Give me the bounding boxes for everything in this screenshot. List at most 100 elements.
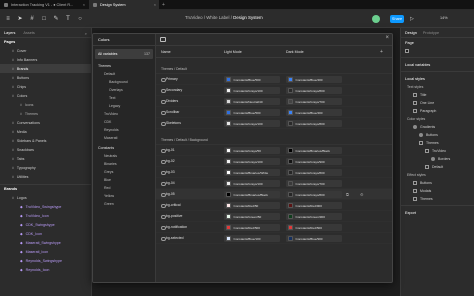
tab-design[interactable]: Design [405,31,417,35]
color-style-group[interactable]: Buttons [401,131,474,139]
edit-variable-icon[interactable]: ⚙ [360,192,364,197]
search-icon[interactable]: ⌕ [85,31,87,36]
effect-style-item[interactable]: Modals [401,187,474,195]
dark-mode-value[interactable]: Constants/Grays/700 [286,180,342,187]
layer-item[interactable]: ◆ CDK_Icon [0,229,91,238]
effect-style-item[interactable]: Buttons [401,179,474,187]
page-item[interactable]: # Typography [0,163,91,172]
variable-row[interactable]: Secondary Constants/Grays/100 Constants/Gr… [156,85,392,96]
close-icon[interactable]: × [385,35,389,41]
layer-item[interactable]: ◆ Maserati_Swingshype [0,238,91,247]
light-mode-value[interactable]: Constants/Blue/500 [224,76,280,83]
text-style-item[interactable]: Title [401,91,474,99]
page-item[interactable]: # Chips [0,82,91,91]
page-item[interactable]: # Info Banners [0,55,91,64]
variable-row[interactable]: bg-05 Constants/Binaries/Black Constants/G… [156,189,392,200]
group-item[interactable]: Overlays [93,86,155,94]
group-item[interactable]: Binaries [93,160,155,168]
variable-row[interactable]: bg-04 Constants/Grays/100 Constants/Grays/… [156,178,392,189]
layer-item[interactable]: # Logos [0,193,91,202]
dark-mode-value[interactable]: Constants/Grays/800 [286,120,342,127]
variable-name[interactable]: Scrollbar [160,110,179,116]
variable-row[interactable]: Scrollbar Constants/Blue/500 Constants/Blu… [156,107,392,118]
page-item[interactable]: # Sidebars & Panels [0,136,91,145]
group-item[interactable]: Neutrals [93,152,155,160]
user-avatar[interactable] [372,15,380,23]
color-style-group[interactable]: TruVideo [401,147,474,155]
toggle-sidebar-icon[interactable] [160,37,166,42]
all-variables-item[interactable]: All variables 137 [95,49,153,59]
new-tab-icon[interactable]: + [162,2,165,8]
variable-name[interactable]: Skeletons [161,121,181,127]
group-item[interactable]: Green [93,200,155,208]
group-item[interactable]: CDK [93,118,155,126]
light-mode-value[interactable]: Constants/Binaries/White [224,169,280,176]
move-tool-icon[interactable]: ➤ [16,15,24,23]
light-mode-value[interactable]: Constants/Grays/100 [224,87,280,94]
export-section-title[interactable]: Export [401,208,474,217]
variable-row[interactable]: bg-notification Constants/Red/500 Constant… [156,222,392,233]
text-style-item[interactable]: One Line [401,99,474,107]
variable-name[interactable]: bg-notification [160,225,187,231]
light-mode-value[interactable]: Constants/Grays/100 [224,180,280,187]
page-item[interactable]: # Snackbars [0,145,91,154]
dark-mode-value[interactable]: Constants/Binaries/Black [286,147,342,154]
dark-mode-value[interactable]: Constants/Grays/800 [286,191,342,198]
layer-item[interactable]: ◆ TruVideo_Swingshype [0,202,91,211]
layer-item[interactable]: ◆ Reynolds_Swingshype [0,256,91,265]
variable-name[interactable]: Primary [161,77,178,83]
local-variables-button[interactable]: Local variables [401,60,474,69]
variable-row[interactable]: bg-selected Constants/Blue/100 Constants/B… [156,233,392,244]
zoom-level[interactable]: 14% [440,16,448,20]
page-item[interactable]: # Media [0,127,91,136]
file-title[interactable]: Design System [233,15,263,20]
text-tool-icon[interactable]: T [64,15,72,23]
page-item-selected[interactable]: # Brands [0,64,91,73]
dark-mode-value[interactable]: Constants/Blue/900 [286,235,342,242]
window-tab-design-system[interactable]: Design System × [89,0,159,10]
dark-mode-value[interactable]: Constants/Grays/800 [286,87,342,94]
variable-name[interactable]: bg-03 [161,170,175,176]
variable-name[interactable]: bg-selected [161,236,184,242]
group-item[interactable]: Yellow [93,192,155,200]
add-mode-icon[interactable]: + [380,49,383,55]
group-item[interactable]: Maserati [93,134,155,142]
page-item[interactable]: # Icons [0,100,91,109]
page-color-swatch[interactable] [401,47,474,55]
comment-tool-icon[interactable]: ○ [76,15,84,23]
group-item[interactable]: Themes [93,62,155,70]
variable-name[interactable]: bg-positive [160,214,182,220]
tab-assets[interactable]: Assets [23,31,34,35]
variable-name[interactable]: bg-05 [161,192,175,198]
breadcrumb-project[interactable]: TruVideo [185,15,203,20]
group-item[interactable]: Red [93,184,155,192]
page-item[interactable]: # Tabs [0,154,91,163]
group-item[interactable]: Greys [93,168,155,176]
variable-name[interactable]: bg-01 [161,148,175,154]
pen-tool-icon[interactable]: ✎ [52,15,60,23]
detach-alias-icon[interactable]: ⧉ [346,192,349,197]
variable-row[interactable]: bg-positive Constants/Green/50 Constants/G… [156,211,392,222]
variable-name[interactable]: Dividers [160,99,178,105]
group-item[interactable]: Blue [93,176,155,184]
light-mode-value[interactable]: Constants/Blue/100 [224,235,280,242]
close-tab-icon[interactable]: × [154,3,156,7]
variable-name[interactable]: bg-02 [161,159,175,165]
variable-row[interactable]: bg-02 Constants/Grays/100 Constants/Grays/… [156,156,392,167]
effect-style-item[interactable]: Themes [401,195,474,203]
shape-tool-icon[interactable]: □ [40,15,48,23]
column-header-dark-mode[interactable]: Dark Mode [286,50,304,54]
group-item[interactable]: Text [93,94,155,102]
dark-mode-value[interactable]: Constants/Blue/400 [286,109,342,116]
light-mode-value[interactable]: Constants/Grays/50 [224,147,280,154]
layer-item[interactable]: ◆ CDK_Swingshype [0,220,91,229]
variable-row[interactable]: Skeletons Constants/Grays/100 Constants/Gr… [156,118,392,129]
dark-mode-value[interactable]: Constants/Red/900 [286,202,342,209]
color-style-group[interactable]: Gradients [401,123,474,131]
color-style-group[interactable]: Default [401,163,474,171]
tab-prototype[interactable]: Prototype [423,31,439,35]
dark-mode-value[interactable]: Constants/Green/900 [286,213,342,220]
variable-row[interactable]: Dividers Constants/Neutral/40 Constants/Gr… [156,96,392,107]
share-button[interactable]: Share [390,15,404,23]
column-header-light-mode[interactable]: Light Mode [224,50,242,54]
